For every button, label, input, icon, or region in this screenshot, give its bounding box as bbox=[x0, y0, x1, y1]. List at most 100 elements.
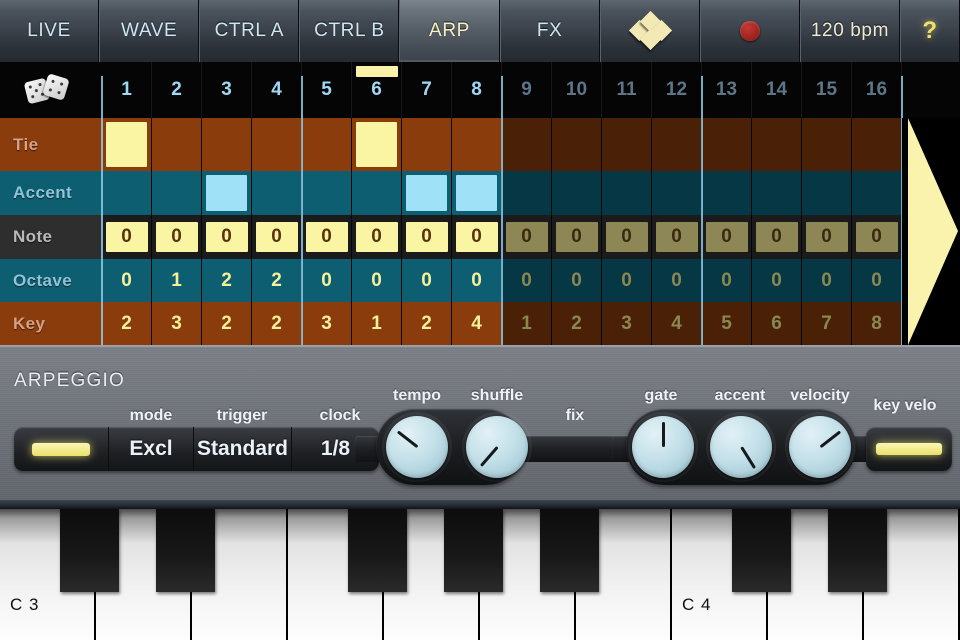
octave-cell[interactable]: 0 bbox=[602, 259, 652, 302]
octave-cell[interactable]: 0 bbox=[352, 259, 402, 302]
key-cell[interactable]: 2 bbox=[202, 302, 252, 345]
note-cell[interactable]: 0 bbox=[752, 215, 802, 259]
step-number-8[interactable]: 8 bbox=[452, 62, 502, 118]
note-cell[interactable]: 0 bbox=[552, 215, 602, 259]
step-number-13[interactable]: 13 bbox=[702, 62, 752, 118]
accent-knob[interactable] bbox=[710, 416, 772, 478]
accent-cell[interactable] bbox=[352, 171, 402, 215]
next-pattern-button[interactable] bbox=[902, 118, 960, 345]
octave-cell[interactable]: 0 bbox=[652, 259, 702, 302]
step-number-4[interactable]: 4 bbox=[252, 62, 302, 118]
note-cell[interactable]: 0 bbox=[652, 215, 702, 259]
tempo-knob[interactable] bbox=[386, 416, 448, 478]
record-button[interactable] bbox=[699, 0, 800, 62]
key-cell[interactable]: 4 bbox=[652, 302, 702, 345]
octave-cell[interactable]: 0 bbox=[402, 259, 452, 302]
tab-fx[interactable]: FX bbox=[499, 0, 600, 62]
octave-cell[interactable]: 0 bbox=[102, 259, 152, 302]
note-cell[interactable]: 0 bbox=[402, 215, 452, 259]
black-key[interactable] bbox=[59, 509, 120, 592]
tab-ctrl-b[interactable]: CTRL B bbox=[299, 0, 400, 62]
accent-cell[interactable] bbox=[852, 171, 902, 215]
key-cell[interactable]: 1 bbox=[502, 302, 552, 345]
accent-cell[interactable] bbox=[452, 171, 502, 215]
tie-cell[interactable] bbox=[202, 118, 252, 171]
accent-cell[interactable] bbox=[302, 171, 352, 215]
accent-cell[interactable] bbox=[502, 171, 552, 215]
octave-cell[interactable]: 0 bbox=[502, 259, 552, 302]
tab-live[interactable]: LIVE bbox=[0, 0, 100, 62]
step-number-2[interactable]: 2 bbox=[152, 62, 202, 118]
black-key[interactable] bbox=[539, 509, 600, 592]
step-number-14[interactable]: 14 bbox=[752, 62, 802, 118]
tie-cell[interactable] bbox=[702, 118, 752, 171]
octave-cell[interactable]: 0 bbox=[702, 259, 752, 302]
tie-cell[interactable] bbox=[852, 118, 902, 171]
tie-cell[interactable] bbox=[102, 118, 152, 171]
key-cell[interactable]: 2 bbox=[102, 302, 152, 345]
note-cell[interactable]: 0 bbox=[352, 215, 402, 259]
note-cell[interactable]: 0 bbox=[802, 215, 852, 259]
trigger-value[interactable]: Standard bbox=[194, 427, 292, 471]
key-velo-toggle[interactable] bbox=[866, 427, 952, 471]
accent-cell[interactable] bbox=[202, 171, 252, 215]
tie-cell[interactable] bbox=[302, 118, 352, 171]
accent-cell[interactable] bbox=[402, 171, 452, 215]
note-cell[interactable]: 0 bbox=[702, 215, 752, 259]
step-number-1[interactable]: 1 bbox=[102, 62, 152, 118]
note-cell[interactable]: 0 bbox=[102, 215, 152, 259]
note-cell[interactable]: 0 bbox=[852, 215, 902, 259]
octave-cell[interactable]: 2 bbox=[252, 259, 302, 302]
key-cell[interactable]: 3 bbox=[302, 302, 352, 345]
gate-knob[interactable] bbox=[632, 416, 694, 478]
step-number-9[interactable]: 9 bbox=[502, 62, 552, 118]
accent-cell[interactable] bbox=[752, 171, 802, 215]
key-cell[interactable]: 8 bbox=[852, 302, 902, 345]
note-cell[interactable]: 0 bbox=[502, 215, 552, 259]
velocity-knob[interactable] bbox=[789, 416, 851, 478]
accent-cell[interactable] bbox=[552, 171, 602, 215]
key-cell[interactable]: 2 bbox=[252, 302, 302, 345]
key-cell[interactable]: 2 bbox=[402, 302, 452, 345]
octave-cell[interactable]: 0 bbox=[452, 259, 502, 302]
arp-power-toggle[interactable] bbox=[14, 427, 109, 471]
black-key[interactable] bbox=[731, 509, 792, 592]
mode-value[interactable]: Excl bbox=[109, 427, 194, 471]
tab-ctrl-a[interactable]: CTRL A bbox=[199, 0, 300, 62]
key-cell[interactable]: 5 bbox=[702, 302, 752, 345]
key-cell[interactable]: 4 bbox=[452, 302, 502, 345]
key-cell[interactable]: 2 bbox=[552, 302, 602, 345]
help-button[interactable]: ? bbox=[899, 0, 960, 62]
black-key[interactable] bbox=[347, 509, 408, 592]
octave-cell[interactable]: 0 bbox=[752, 259, 802, 302]
octave-cell[interactable]: 0 bbox=[852, 259, 902, 302]
octave-cell[interactable]: 0 bbox=[302, 259, 352, 302]
step-number-16[interactable]: 16 bbox=[852, 62, 902, 118]
tab-wave[interactable]: WAVE bbox=[99, 0, 200, 62]
note-cell[interactable]: 0 bbox=[452, 215, 502, 259]
tempo-display[interactable]: 120 bpm bbox=[799, 0, 900, 62]
octave-cell[interactable]: 0 bbox=[802, 259, 852, 302]
step-number-10[interactable]: 10 bbox=[552, 62, 602, 118]
step-number-7[interactable]: 7 bbox=[402, 62, 452, 118]
tie-cell[interactable] bbox=[402, 118, 452, 171]
octave-cell[interactable]: 1 bbox=[152, 259, 202, 302]
key-cell[interactable]: 3 bbox=[602, 302, 652, 345]
tie-cell[interactable] bbox=[802, 118, 852, 171]
tie-cell[interactable] bbox=[652, 118, 702, 171]
tie-cell[interactable] bbox=[152, 118, 202, 171]
randomize-button[interactable] bbox=[0, 62, 102, 118]
step-number-15[interactable]: 15 bbox=[802, 62, 852, 118]
step-number-3[interactable]: 3 bbox=[202, 62, 252, 118]
accent-cell[interactable] bbox=[252, 171, 302, 215]
key-cell[interactable]: 1 bbox=[352, 302, 402, 345]
note-cell[interactable]: 0 bbox=[302, 215, 352, 259]
accent-cell[interactable] bbox=[102, 171, 152, 215]
black-key[interactable] bbox=[827, 509, 888, 592]
step-number-12[interactable]: 12 bbox=[652, 62, 702, 118]
tie-cell[interactable] bbox=[602, 118, 652, 171]
note-cell[interactable]: 0 bbox=[602, 215, 652, 259]
accent-cell[interactable] bbox=[652, 171, 702, 215]
key-cell[interactable]: 6 bbox=[752, 302, 802, 345]
shuffle-knob[interactable] bbox=[466, 416, 528, 478]
